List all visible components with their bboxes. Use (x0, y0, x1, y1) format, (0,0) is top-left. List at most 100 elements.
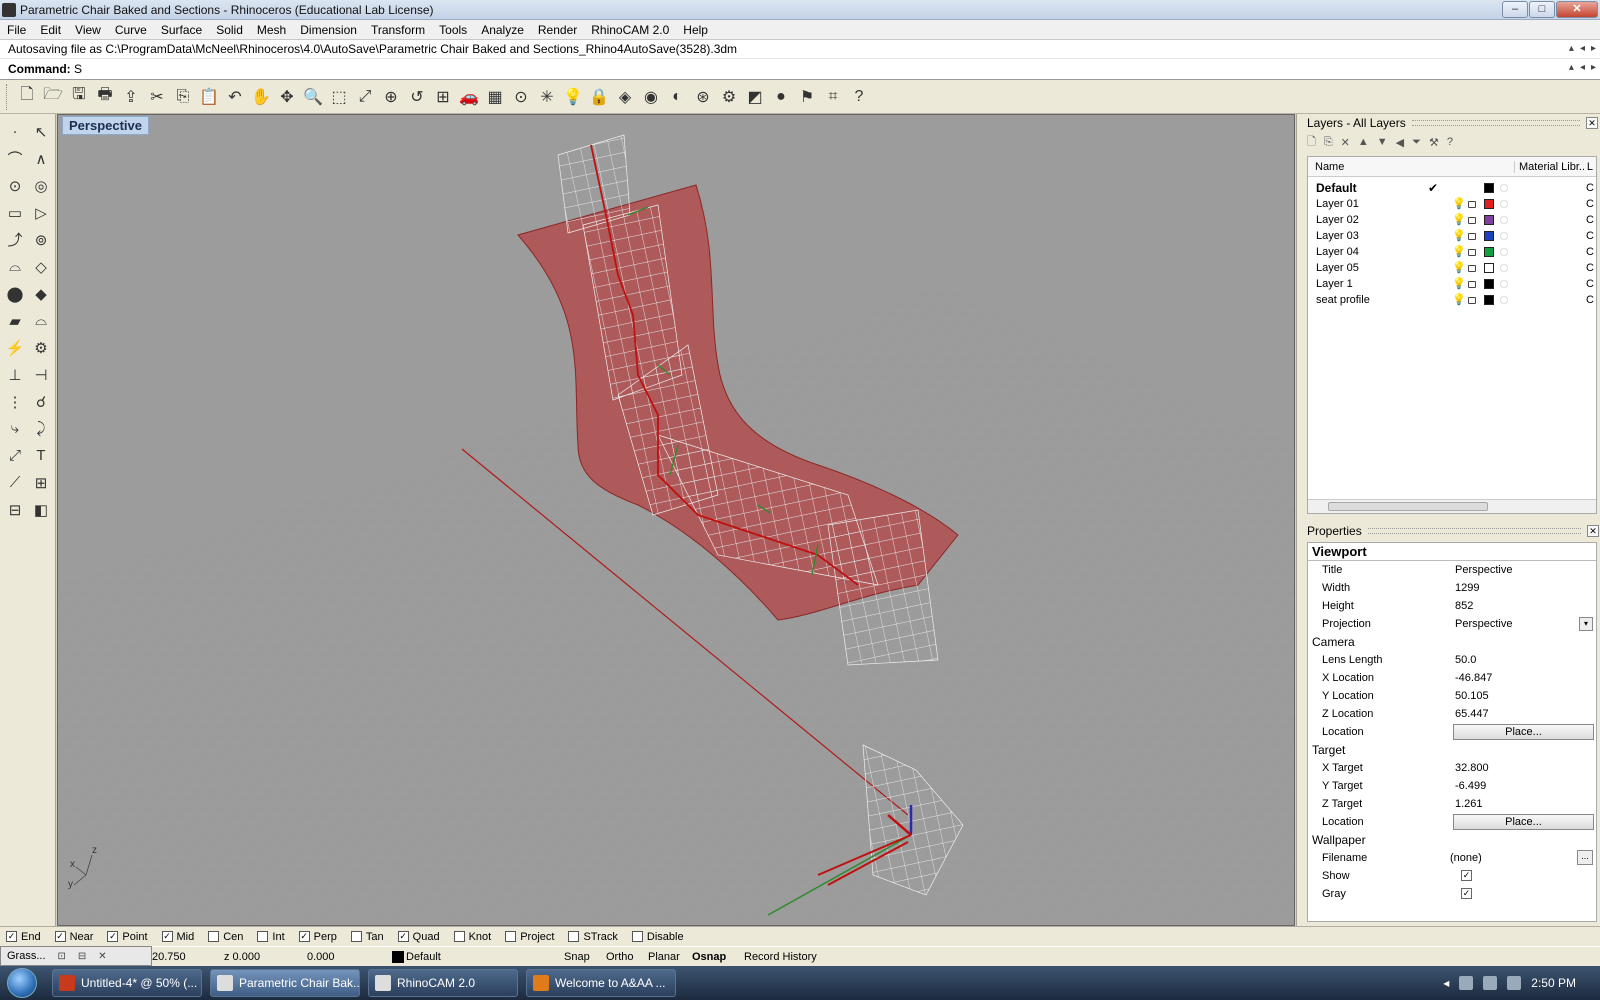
lock-icon[interactable] (1468, 281, 1476, 288)
grasshopper-label[interactable]: Grass... (7, 950, 46, 962)
tool-icon-20[interactable]: ⋮ (2, 388, 28, 415)
lock-icon[interactable] (1468, 297, 1476, 304)
layer-name[interactable]: Layer 1 (1316, 276, 1353, 292)
zoom-extents-icon[interactable]: ⤢ (352, 84, 378, 110)
toolbar-grip[interactable] (6, 83, 10, 110)
tool-icon-22[interactable]: ⤷ (2, 415, 28, 442)
layer-color-swatch[interactable] (1484, 263, 1494, 273)
layer-icon[interactable]: ◈ (612, 84, 638, 110)
restore-icon[interactable]: ⊡ (58, 951, 66, 962)
tool-icon-21[interactable]: ☌ (28, 388, 54, 415)
material-icon[interactable] (1500, 200, 1508, 208)
copy-icon[interactable]: ⎘ (170, 84, 196, 110)
zoom-icon[interactable]: 🔍 (300, 84, 326, 110)
osnap-knot[interactable]: Knot (453, 931, 491, 943)
tool-icon-4[interactable]: ⊙ (2, 172, 28, 199)
browse-button[interactable]: ... (1577, 850, 1593, 865)
zoom-selected-icon[interactable]: ⊕ (378, 84, 404, 110)
menu-mesh[interactable]: Mesh (250, 20, 293, 40)
pan-icon[interactable]: ✋ (248, 84, 274, 110)
layer-name[interactable]: Layer 02 (1316, 212, 1359, 228)
tool-icon-27[interactable]: ⊞ (28, 469, 54, 496)
osnap-tan[interactable]: Tan (350, 931, 384, 943)
maximize-button[interactable]: □ (1529, 1, 1555, 18)
bulb-icon[interactable]: 💡 (1452, 244, 1466, 260)
osnap-checkbox[interactable] (453, 931, 465, 942)
car-icon[interactable]: 🚗 (456, 84, 482, 110)
target-place-button[interactable]: Place... (1453, 814, 1594, 830)
tool-icon-25[interactable]: T (28, 442, 54, 469)
projection-dropdown-icon[interactable]: ▾ (1579, 617, 1593, 631)
osnap-checkbox[interactable]: ✓ (107, 931, 119, 942)
cut-icon[interactable]: ✂ (144, 84, 170, 110)
point-icon[interactable]: ✳ (534, 84, 560, 110)
menu-transform[interactable]: Transform (364, 20, 432, 40)
network-icon[interactable] (1459, 976, 1474, 990)
osnap-checkbox[interactable]: ✓ (298, 931, 310, 942)
tool-icon-16[interactable]: ⚡ (2, 334, 28, 361)
osnap-checkbox[interactable] (631, 931, 643, 942)
close-button[interactable]: ✕ (1556, 1, 1598, 18)
layer-name[interactable]: Layer 05 (1316, 260, 1359, 276)
paste-icon[interactable]: 📋 (196, 84, 222, 110)
tray-arrow-icon[interactable]: ◂ (1443, 976, 1449, 990)
lock-icon[interactable] (1468, 201, 1476, 208)
save-icon[interactable]: 🖫 (66, 84, 92, 110)
material-icon[interactable] (1500, 216, 1508, 224)
export-icon[interactable]: ⇪ (118, 84, 144, 110)
menu-surface[interactable]: Surface (154, 20, 209, 40)
rotate-view-icon[interactable]: ✥ (274, 84, 300, 110)
osnap-checkbox[interactable] (505, 931, 517, 942)
filter-icon[interactable]: ⏷ (1412, 136, 1421, 149)
taskbar-item[interactable]: Untitled-4* @ 50% (... (52, 969, 202, 997)
menu-tools[interactable]: Tools (432, 20, 474, 40)
osnap-checkbox[interactable] (257, 931, 269, 942)
scroll-thumb[interactable] (1328, 502, 1488, 511)
ortho-toggle[interactable]: Ortho (606, 949, 634, 965)
lock-icon[interactable] (1468, 249, 1476, 256)
tool-icon-5[interactable]: ◎ (28, 172, 54, 199)
command-input[interactable]: S (74, 62, 82, 76)
tool-icon-26[interactable]: ⟋ (2, 469, 28, 496)
tool-icon-0[interactable]: · (2, 118, 28, 145)
tool-icon-15[interactable]: ⌓ (28, 307, 54, 334)
delete-icon[interactable]: ✕ (1341, 136, 1350, 149)
arrow-flag-icon[interactable]: ⚑ (794, 84, 820, 110)
tool-icon-6[interactable]: ▭ (2, 199, 28, 226)
lock-icon[interactable]: 🔒 (586, 84, 612, 110)
layer-color-swatch[interactable] (1484, 231, 1494, 241)
menu-rhinocam-2-0[interactable]: RhinoCAM 2.0 (584, 20, 676, 40)
tool-icon-24[interactable]: ⤢ (2, 442, 28, 469)
new-sublayer-icon[interactable]: ⎘ (1324, 136, 1333, 149)
close-icon[interactable]: ✕ (98, 951, 106, 962)
move-up-icon[interactable]: ▲ (1358, 136, 1369, 148)
sphere-icon[interactable]: ● (768, 84, 794, 110)
bulb-icon[interactable]: 💡 (1452, 212, 1466, 228)
layer-name[interactable]: seat profile (1316, 292, 1370, 308)
tool-icon-10[interactable]: ⌓ (2, 253, 28, 280)
start-button[interactable] (0, 966, 44, 1000)
layers-close-icon[interactable]: ✕ (1586, 117, 1598, 129)
record-history-toggle[interactable]: Record History (744, 949, 817, 965)
osnap-checkbox[interactable]: ✓ (161, 931, 173, 942)
help-icon[interactable]: ? (1447, 136, 1453, 148)
minimize-button[interactable]: – (1502, 1, 1528, 18)
layer-color-swatch[interactable] (1484, 295, 1494, 305)
osnap-checkbox[interactable] (568, 931, 580, 942)
viewport-title[interactable]: Perspective (62, 116, 149, 135)
print-icon[interactable]: 🖶 (92, 84, 118, 110)
open-icon[interactable]: 🗁 (40, 84, 66, 110)
gray-checkbox[interactable]: ✓ (1461, 888, 1472, 899)
properties-close-icon[interactable]: ✕ (1587, 525, 1599, 537)
menu-help[interactable]: Help (676, 20, 715, 40)
history-scroll[interactable]: ▴ ◂ ▸ (1569, 43, 1596, 54)
layer-row[interactable]: Layer 02 💡 C (1308, 212, 1596, 228)
taskbar-item[interactable]: RhinoCAM 2.0 (368, 969, 518, 997)
material-column-header[interactable]: Material Libr... (1514, 160, 1584, 173)
new-layer-icon[interactable]: 🗋 (1307, 133, 1316, 152)
osnap-mid[interactable]: ✓ Mid (161, 931, 194, 943)
camera-place-button[interactable]: Place... (1453, 724, 1594, 740)
menu-dimension[interactable]: Dimension (293, 20, 364, 40)
bulb-icon[interactable]: 💡 (1452, 260, 1466, 276)
menu-solid[interactable]: Solid (209, 20, 250, 40)
